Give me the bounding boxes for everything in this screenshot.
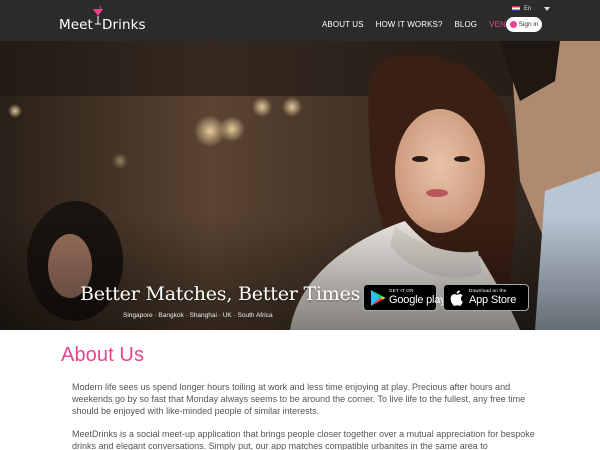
about-section: About Us Modern life sees us spend longe… [0,330,600,450]
us-flag-icon [512,6,520,11]
app-store-badge[interactable]: Download on the App Store [443,284,529,311]
about-paragraph-1: Modern life sees us spend longer hours t… [72,382,526,416]
app-store-big-label: App Store [469,293,517,306]
hero-cities: Singapore · Bangkok · Shanghai · UK · So… [123,312,273,319]
chevron-down-icon [544,6,551,11]
hero-tagline: Better Matches, Better Times [80,283,361,305]
cocktail-glass-icon [92,5,103,37]
nav-item-blog[interactable]: BLOG [455,20,478,32]
nav-item-about-us[interactable]: ABOUT US [322,20,364,32]
hero-banner: Better Matches, Better Times Singapore ·… [0,41,600,330]
language-selector[interactable]: En [512,4,551,13]
language-label: En [524,5,532,12]
google-play-badge[interactable]: GET IT ON Google play [363,284,446,311]
user-icon [509,21,517,28]
sign-in-button[interactable]: Sign in [506,17,542,32]
logo-text-drinks: Drinks [101,17,146,33]
about-paragraph-2: MeetDrinks is a social meet-up applicati… [72,429,535,450]
sign-in-label: Sign in [518,21,539,28]
top-header: Meet Drinks ABOUT US HOW IT WORKS? BLOG V… [0,0,600,41]
about-title: About Us [61,344,145,366]
google-play-icon [370,289,386,307]
nav-item-how-it-works[interactable]: HOW IT WORKS? [376,20,443,32]
meetdrinks-logo[interactable]: Meet Drinks [59,5,146,37]
google-play-big-label: Google play [389,293,446,306]
apple-icon [450,289,466,307]
logo-text-meet: Meet [59,17,93,33]
main-nav: ABOUT US HOW IT WORKS? BLOG VENUES [322,20,523,32]
